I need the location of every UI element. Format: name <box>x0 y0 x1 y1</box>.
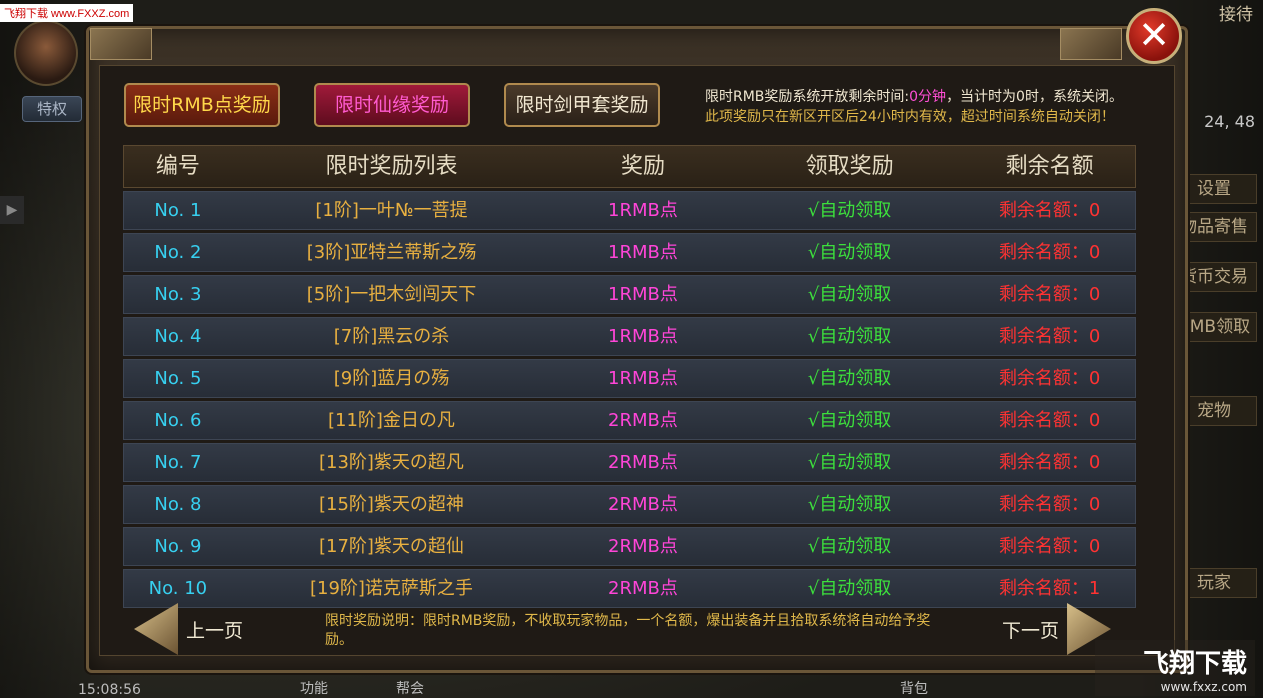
row-number: No. 5 <box>154 368 202 389</box>
row-number: No. 2 <box>154 242 202 263</box>
row-item-name: [7阶]黑云の杀 <box>333 326 450 347</box>
prev-page-label: 上一页 <box>186 619 244 642</box>
panel-corner-ornament <box>1060 28 1122 60</box>
notice-timer-suffix: ，当计时为0时，系统关闭。 <box>946 89 1123 105</box>
row-claim-status[interactable]: √自动领取 <box>735 360 965 397</box>
row-item-name: [11阶]金日の凡 <box>327 410 455 431</box>
row-remaining: 剩余名额：0 <box>998 452 1101 473</box>
table-row: No. 5 [9阶]蓝月の殇 1RMB点 √自动领取 剩余名额：0 <box>123 359 1136 398</box>
row-number: No. 9 <box>154 536 202 557</box>
row-reward: 2RMB点 <box>608 578 678 599</box>
header-reward-list: 限时奖励列表 <box>325 154 458 179</box>
expand-arrow-icon[interactable]: ▶ <box>0 196 24 224</box>
row-item-name: [15阶]紫天の超神 <box>318 494 464 515</box>
row-reward: 1RMB点 <box>608 326 678 347</box>
notice-timer-value: 0分钟 <box>909 89 947 105</box>
notice-timer-prefix: 限时RMB奖励系统开放剩余时间: <box>705 89 910 105</box>
table-row: No. 1 [1阶]一叶№一菩提 1RMB点 √自动领取 剩余名额：0 <box>123 191 1136 230</box>
tab-sword-armor-reward[interactable]: 限时剑甲套奖励 <box>504 83 660 127</box>
header-claim: 领取奖励 <box>805 154 894 179</box>
reward-description: 限时奖励说明：限时RMB奖励，不收取玩家物品，一个名额，爆出装备并且拾取系统将自… <box>325 613 931 648</box>
table-row: No. 6 [11阶]金日の凡 2RMB点 √自动领取 剩余名额：0 <box>123 401 1136 440</box>
row-remaining: 剩余名额：1 <box>998 578 1101 599</box>
row-claim-status[interactable]: √自动领取 <box>735 192 965 229</box>
row-reward: 1RMB点 <box>608 200 678 221</box>
header-number: 编号 <box>155 154 200 179</box>
prev-page-button[interactable]: 上一页 <box>134 603 251 655</box>
row-remaining: 剩余名额：0 <box>998 200 1101 221</box>
row-item-name: [19阶]诺克萨斯之手 <box>309 578 473 599</box>
row-reward: 1RMB点 <box>608 368 678 389</box>
row-remaining: 剩余名额：0 <box>998 410 1101 431</box>
watermark-site: www.fxxz.com <box>1160 679 1247 694</box>
row-reward: 2RMB点 <box>608 536 678 557</box>
row-claim-status[interactable]: √自动领取 <box>735 234 965 271</box>
table-row: No. 8 [15阶]紫天の超神 2RMB点 √自动领取 剩余名额：0 <box>123 485 1136 524</box>
row-item-name: [17阶]紫天の超仙 <box>318 536 464 557</box>
row-claim-status[interactable]: √自动领取 <box>735 402 965 439</box>
map-coords: 24, 48 <box>1204 112 1255 131</box>
header-reward: 奖励 <box>620 154 665 179</box>
row-remaining: 剩余名额：0 <box>998 368 1101 389</box>
row-number: No. 3 <box>154 284 202 305</box>
row-reward: 2RMB点 <box>608 494 678 515</box>
row-remaining: 剩余名额：0 <box>998 242 1101 263</box>
row-claim-status[interactable]: √自动领取 <box>735 528 965 565</box>
row-number: No. 7 <box>154 452 202 473</box>
next-page-label: 下一页 <box>1002 619 1060 642</box>
row-item-name: [13阶]紫天の超凡 <box>318 452 464 473</box>
row-item-name: [3阶]亚特兰蒂斯之殇 <box>306 242 477 263</box>
row-number: No. 8 <box>154 494 202 515</box>
table-row: No. 4 [7阶]黑云の杀 1RMB点 √自动领取 剩余名额：0 <box>123 317 1136 356</box>
row-number: No. 10 <box>148 578 208 599</box>
table-header: 编号 限时奖励列表 奖励 领取奖励 剩余名额 <box>123 145 1136 188</box>
row-item-name: [9阶]蓝月の殇 <box>333 368 450 389</box>
next-page-button[interactable]: 下一页 <box>994 603 1112 655</box>
tab-xianyuan-reward[interactable]: 限时仙缘奖励 <box>314 83 470 127</box>
table-row: No. 3 [5阶]一把木剑闯天下 1RMB点 √自动领取 剩余名额：0 <box>123 275 1136 314</box>
header-remaining: 剩余名额 <box>1005 154 1094 179</box>
row-reward: 2RMB点 <box>608 452 678 473</box>
row-claim-status[interactable]: √自动领取 <box>735 444 965 481</box>
row-item-name: [1阶]一叶№一菩提 <box>315 200 468 221</box>
guild-button[interactable]: 帮会 <box>396 678 424 698</box>
clock-label: 15:08:56 <box>78 682 141 698</box>
row-claim-status[interactable]: √自动领取 <box>735 570 965 607</box>
notice-timer: 限时RMB奖励系统开放剩余时间:0分钟，当计时为0时，系统关闭。 <box>705 86 1123 106</box>
row-item-name: [5阶]一把木剑闯天下 <box>306 284 477 305</box>
row-number: No. 1 <box>154 200 202 221</box>
row-claim-status[interactable]: √自动领取 <box>735 276 965 313</box>
row-number: No. 6 <box>154 410 202 431</box>
row-reward: 1RMB点 <box>608 284 678 305</box>
row-claim-status[interactable]: √自动领取 <box>735 318 965 355</box>
function-button[interactable]: 功能 <box>300 678 328 698</box>
table-row: No. 9 [17阶]紫天の超仙 2RMB点 √自动领取 剩余名额：0 <box>123 527 1136 566</box>
table-row: No. 7 [13阶]紫天の超凡 2RMB点 √自动领取 剩余名额：0 <box>123 443 1136 482</box>
privilege-button[interactable]: 特权 <box>22 96 82 122</box>
row-claim-status[interactable]: √自动领取 <box>735 486 965 523</box>
table-row: No. 10 [19阶]诺克萨斯之手 2RMB点 √自动领取 剩余名额：1 <box>123 569 1136 608</box>
panel-corner-ornament <box>90 28 152 60</box>
left-arrow-icon <box>134 603 178 655</box>
table-row: No. 2 [3阶]亚特兰蒂斯之殇 1RMB点 √自动领取 剩余名额：0 <box>123 233 1136 272</box>
row-remaining: 剩余名额：0 <box>998 284 1101 305</box>
row-remaining: 剩余名额：0 <box>998 494 1101 515</box>
row-number: No. 4 <box>154 326 202 347</box>
row-reward: 2RMB点 <box>608 410 678 431</box>
player-avatar[interactable] <box>14 20 78 86</box>
watermark-brand-name: 飞翔下载 <box>1142 648 1247 679</box>
hud-top-right-label: 接待 <box>1219 5 1253 25</box>
reward-table: 编号 限时奖励列表 奖励 领取奖励 剩余名额 No. 1 [1阶]一叶№一菩提 1R… <box>123 145 1136 608</box>
bag-button[interactable]: 背包 <box>900 678 928 698</box>
watermark-brand: 飞翔下载 www.fxxz.com <box>1095 640 1255 696</box>
notice-validity: 此项奖励只在新区开区后24小时内有效，超过时间系统自动关闭！ <box>705 109 1115 125</box>
row-remaining: 剩余名额：0 <box>998 326 1101 347</box>
row-remaining: 剩余名额：0 <box>998 536 1101 557</box>
tab-rmb-reward[interactable]: 限时RMB点奖励 <box>124 83 280 127</box>
close-button[interactable]: ✕ <box>1126 8 1182 64</box>
row-reward: 1RMB点 <box>608 242 678 263</box>
watermark-top: 飞翔下载 www.FXXZ.com <box>0 4 134 22</box>
